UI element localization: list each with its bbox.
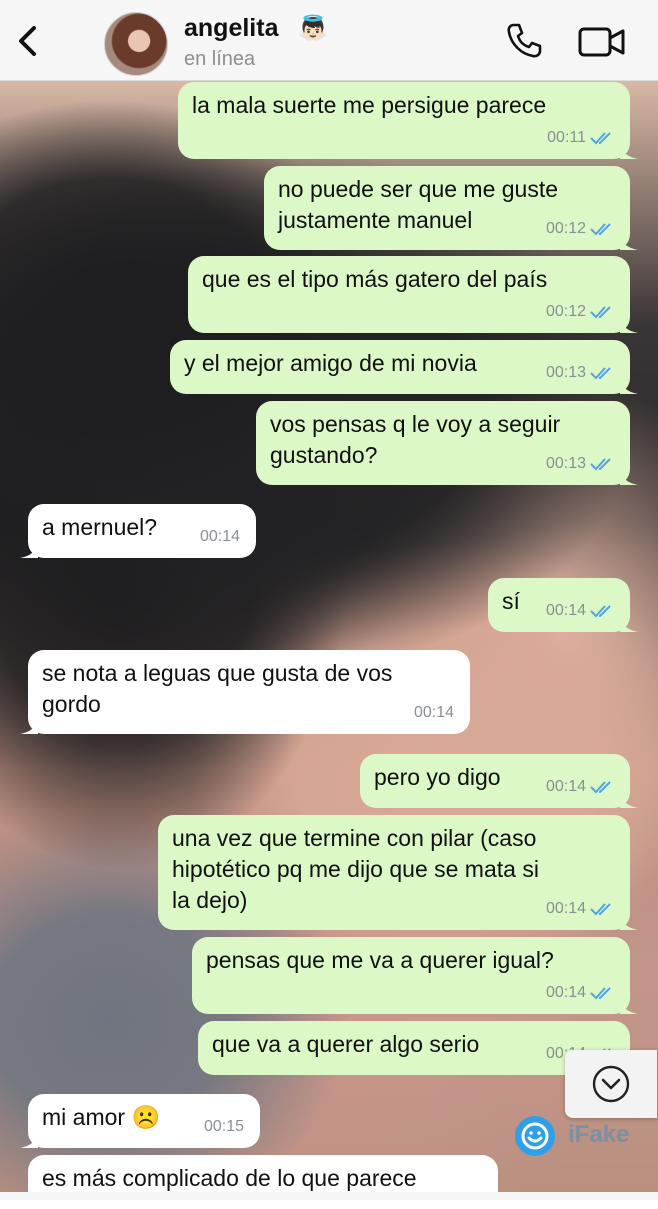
message-bubble-incoming[interactable]: es más complicado de lo que parece: [28, 1155, 498, 1209]
bubble-tail: [20, 1132, 38, 1148]
message-text: la mala suerte me persigue parece: [192, 92, 547, 118]
avatar[interactable]: [104, 12, 168, 76]
message-text: es más complicado de lo que parece: [42, 1165, 417, 1191]
message-time: 00:13: [545, 455, 586, 472]
message-time: 00:14: [545, 778, 586, 795]
message-bubble-outgoing[interactable]: sí 00:14: [488, 578, 638, 632]
message-meta: 00:12: [546, 213, 616, 244]
bubble-tail: [620, 914, 638, 930]
message-time: 00:11: [547, 129, 586, 146]
bottom-bar: [0, 1192, 658, 1200]
chevron-left-icon[interactable]: [14, 24, 42, 58]
message-text: que es el tipo más gatero del país: [202, 266, 548, 292]
bubble-tail: [620, 143, 638, 159]
message-time: 00:15: [203, 1118, 244, 1135]
message-time: 00:13: [545, 364, 586, 381]
message-time: 00:12: [545, 220, 586, 237]
message-time: 00:14: [413, 704, 454, 721]
phone-icon[interactable]: [505, 22, 543, 60]
message-text: pensas que me va a querer igual?: [206, 947, 554, 973]
double-check-icon: [590, 305, 611, 318]
message-meta: 00:12: [546, 296, 616, 327]
bubble-tail: [620, 378, 638, 394]
message-time: 00:12: [545, 303, 586, 320]
message-bubble-outgoing[interactable]: pero yo digo 00:14: [360, 754, 638, 808]
message-meta: 00:14: [546, 771, 616, 802]
message-bubble-outgoing[interactable]: vos pensas q le voy a seguir gustando? 0…: [256, 401, 638, 485]
bubble-tail: [620, 317, 638, 333]
message-bubble-outgoing[interactable]: que es el tipo más gatero del país 00:12: [188, 256, 638, 333]
message-meta: 00:13: [546, 357, 616, 388]
message-bubble-incoming[interactable]: a mernuel? 00:14: [20, 504, 256, 558]
angel-emoji-icon: 👼🏻: [298, 15, 328, 42]
chevron-down-icon: [592, 1065, 630, 1103]
bubble-tail: [620, 792, 638, 808]
double-check-icon: [590, 902, 611, 915]
message-meta: 00:14: [200, 521, 240, 552]
bubble-tail: [20, 542, 38, 558]
double-check-icon: [590, 366, 611, 379]
message-bubble-outgoing[interactable]: pensas que me va a querer igual? 00:14: [192, 937, 638, 1014]
ifake-logo-icon: [515, 1116, 555, 1156]
message-meta: 00:14: [546, 893, 616, 924]
bubble-tail: [20, 718, 38, 734]
message-bubble-outgoing[interactable]: la mala suerte me persigue parece 00:11: [178, 82, 638, 159]
message-meta: 00:11: [547, 122, 616, 153]
message-time: 00:14: [545, 900, 586, 917]
double-check-icon: [590, 604, 611, 617]
message-meta: 00:15: [204, 1111, 244, 1142]
message-time: 00:14: [545, 984, 586, 1001]
message-time: 00:14: [199, 528, 240, 545]
double-check-icon: [590, 131, 611, 144]
message-meta: 00:14: [546, 595, 616, 626]
message-bubble-incoming[interactable]: se nota a leguas que gusta de vos gordo …: [20, 650, 470, 734]
contact-name[interactable]: angelita: [184, 14, 278, 43]
bubble-tail: [620, 234, 638, 250]
bubble-tail: [620, 998, 638, 1014]
message-text: se nota a leguas que gusta de vos gordo: [42, 660, 393, 717]
double-check-icon: [590, 780, 611, 793]
double-check-icon: [590, 457, 611, 470]
message-meta: 00:14: [546, 977, 616, 1008]
message-meta: 00:14: [414, 697, 454, 728]
online-status: en línea: [184, 48, 256, 70]
double-check-icon: [590, 222, 611, 235]
message-bubble-incoming[interactable]: mi amor ☹️ 00:15: [20, 1094, 260, 1148]
ifake-watermark: iFake: [568, 1121, 630, 1148]
message-bubble-outgoing[interactable]: y el mejor amigo de mi novia 00:13: [170, 340, 638, 394]
bubble-tail: [620, 469, 638, 485]
message-time: 00:14: [545, 602, 586, 619]
message-bubble-outgoing[interactable]: no puede ser que me guste justamente man…: [264, 166, 638, 250]
bubble-tail: [620, 616, 638, 632]
message-meta: 00:13: [546, 448, 616, 479]
message-bubble-outgoing[interactable]: una vez que termine con pilar (caso hipo…: [158, 815, 638, 930]
scroll-to-bottom-button[interactable]: [565, 1050, 657, 1118]
double-check-icon: [590, 986, 611, 999]
chat-header: angelita 👼🏻 en línea: [0, 0, 658, 81]
video-camera-icon[interactable]: [578, 26, 626, 58]
